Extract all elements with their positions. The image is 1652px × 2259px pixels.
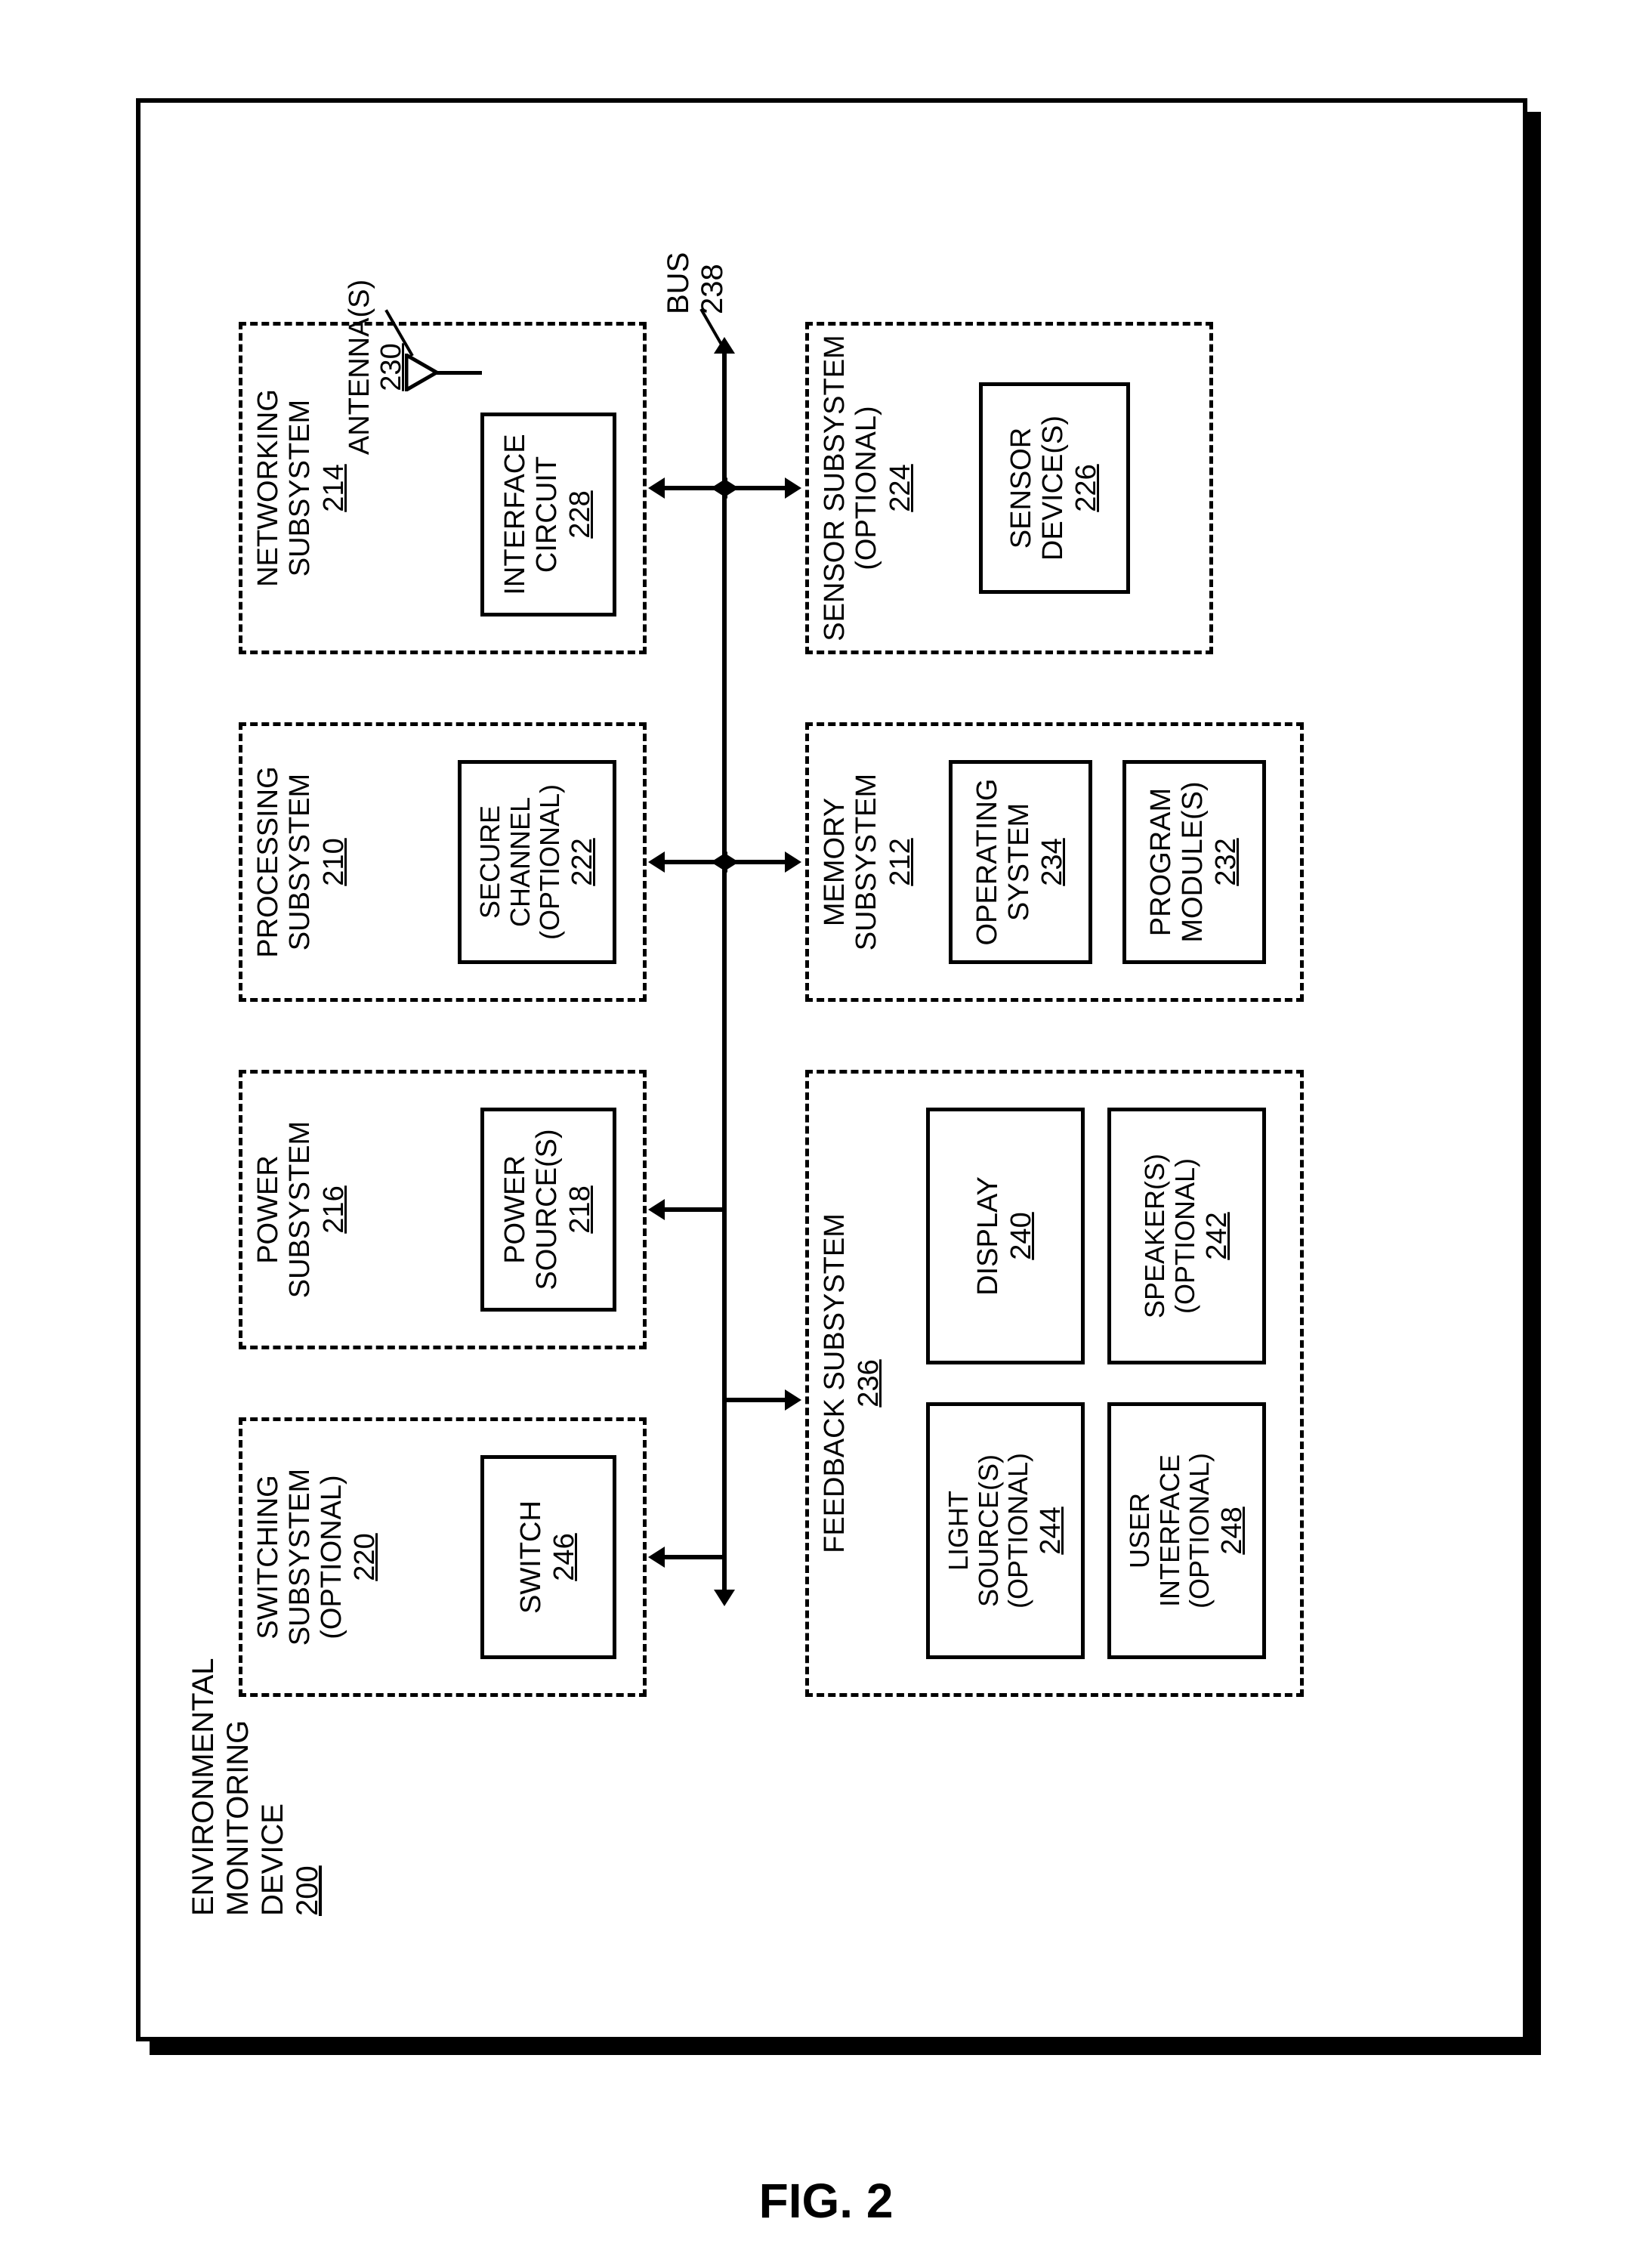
conn-processing-arrow-up	[648, 851, 665, 873]
speaker-label: SPEAKER(S) (OPTIONAL)	[1140, 1154, 1200, 1318]
conn-switching	[663, 1555, 724, 1559]
memory-label: MEMORY SUBSYSTEM	[820, 774, 883, 950]
secure-channel-label: SECURE CHANNEL (OPTIONAL)	[475, 784, 565, 940]
feedback-ref: 236	[853, 1359, 885, 1407]
light-source-box: LIGHT SOURCE(S) (OPTIONAL) 244	[926, 1402, 1085, 1659]
program-module-ref: 232	[1210, 838, 1243, 885]
feedback-label: FEEDBACK SUBSYSTEM	[820, 1213, 851, 1553]
switch-box: SWITCH 246	[480, 1455, 616, 1659]
processing-label: PROCESSING SUBSYSTEM	[253, 766, 317, 957]
conn-feedback-arrow	[785, 1389, 801, 1411]
conn-sensor-arrow-up-bottom	[711, 477, 727, 499]
conn-memory-arrow-up-bottom	[711, 851, 727, 873]
diagram-stage: ENVIRONMENTAL MONITORING DEVICE 200 SWIT…	[193, 209, 1470, 1931]
interface-circuit-ref: 228	[564, 490, 597, 538]
light-source-label: LIGHT SOURCE(S) (OPTIONAL)	[943, 1453, 1033, 1608]
operating-system-box: OPERATING SYSTEM 234	[949, 760, 1092, 964]
bus-arrow-left	[714, 1590, 735, 1606]
operating-system-ref: 234	[1036, 838, 1069, 885]
processing-ref: 210	[318, 838, 350, 885]
switching-label: SWITCHING SUBSYSTEM (OPTIONAL)	[253, 1469, 347, 1646]
bus-label: BUS	[662, 252, 695, 314]
conn-sensor	[726, 486, 786, 490]
display-ref: 240	[1005, 1212, 1038, 1259]
interface-circuit-box: INTERFACE CIRCUIT 228	[480, 413, 616, 617]
antenna-feedline	[435, 371, 482, 375]
speaker-ref: 242	[1201, 1212, 1234, 1259]
sensor-device-box: SENSOR DEVICE(S) 226	[979, 382, 1130, 594]
conn-feedback	[726, 1398, 786, 1402]
page: ENVIRONMENTAL MONITORING DEVICE 200 SWIT…	[0, 0, 1652, 2259]
program-module-label: PROGRAM MODULE(S)	[1146, 781, 1209, 942]
networking-ref: 214	[318, 464, 350, 511]
antenna-label: ANTENNA(S)	[344, 280, 375, 455]
conn-sensor-arrow-down	[785, 477, 801, 499]
memory-ref: 212	[885, 838, 917, 885]
operating-system-label: OPERATING SYSTEM	[972, 779, 1036, 946]
rotated-canvas: ENVIRONMENTAL MONITORING DEVICE 200 SWIT…	[0, 431, 1652, 1708]
secure-channel-box: SECURE CHANNEL (OPTIONAL) 222	[458, 760, 616, 964]
speaker-box: SPEAKER(S) (OPTIONAL) 242	[1107, 1108, 1266, 1364]
switching-ref: 220	[349, 1533, 381, 1581]
power-source-box: POWER SOURCE(S) 218	[480, 1108, 616, 1312]
networking-label: NETWORKING SUBSYSTEM	[253, 389, 317, 587]
user-interface-ref: 248	[1216, 1507, 1249, 1554]
user-interface-label: USER INTERFACE (OPTIONAL)	[1125, 1453, 1215, 1608]
secure-channel-ref: 222	[567, 838, 599, 885]
bus-leader	[699, 308, 724, 349]
power-ref: 216	[318, 1185, 350, 1233]
conn-power-arrow	[648, 1199, 665, 1220]
antenna-icon	[405, 354, 438, 391]
power-label: POWER SUBSYSTEM	[253, 1121, 317, 1298]
conn-switching-arrow	[648, 1547, 665, 1568]
interface-circuit-label: INTERFACE CIRCUIT	[500, 434, 564, 595]
outer-frame: ENVIRONMENTAL MONITORING DEVICE 200 SWIT…	[136, 98, 1527, 2041]
display-box: DISPLAY 240	[926, 1108, 1085, 1364]
bus-ref: 238	[696, 264, 729, 314]
power-source-label: POWER SOURCE(S)	[500, 1129, 564, 1290]
light-source-ref: 244	[1035, 1507, 1067, 1554]
program-module-box: PROGRAM MODULE(S) 232	[1122, 760, 1266, 964]
switch-label: SWITCH	[516, 1500, 548, 1614]
antenna-ref: 230	[375, 343, 407, 391]
sensor-device-label: SENSOR DEVICE(S)	[1006, 416, 1070, 561]
bus-label-block: BUS 238	[662, 252, 730, 314]
figure-label: FIG. 2	[759, 2173, 894, 2229]
user-interface-box: USER INTERFACE (OPTIONAL) 248	[1107, 1402, 1266, 1659]
bus-line	[722, 352, 727, 1591]
sensor-label: SENSOR SUBSYSTEM (OPTIONAL)	[820, 335, 883, 641]
conn-memory	[726, 860, 786, 864]
switch-ref: 246	[548, 1533, 581, 1581]
sensor-device-ref: 226	[1070, 464, 1103, 511]
conn-memory-arrow-down	[785, 851, 801, 873]
display-label: DISPLAY	[973, 1176, 1005, 1296]
conn-networking-arrow-up	[648, 477, 665, 499]
sensor-ref: 224	[885, 464, 917, 511]
device-ref: 200	[291, 1865, 324, 1916]
antenna-label-block: ANTENNA(S) 230	[344, 269, 408, 465]
power-source-ref: 218	[564, 1185, 597, 1233]
conn-power	[663, 1207, 724, 1212]
